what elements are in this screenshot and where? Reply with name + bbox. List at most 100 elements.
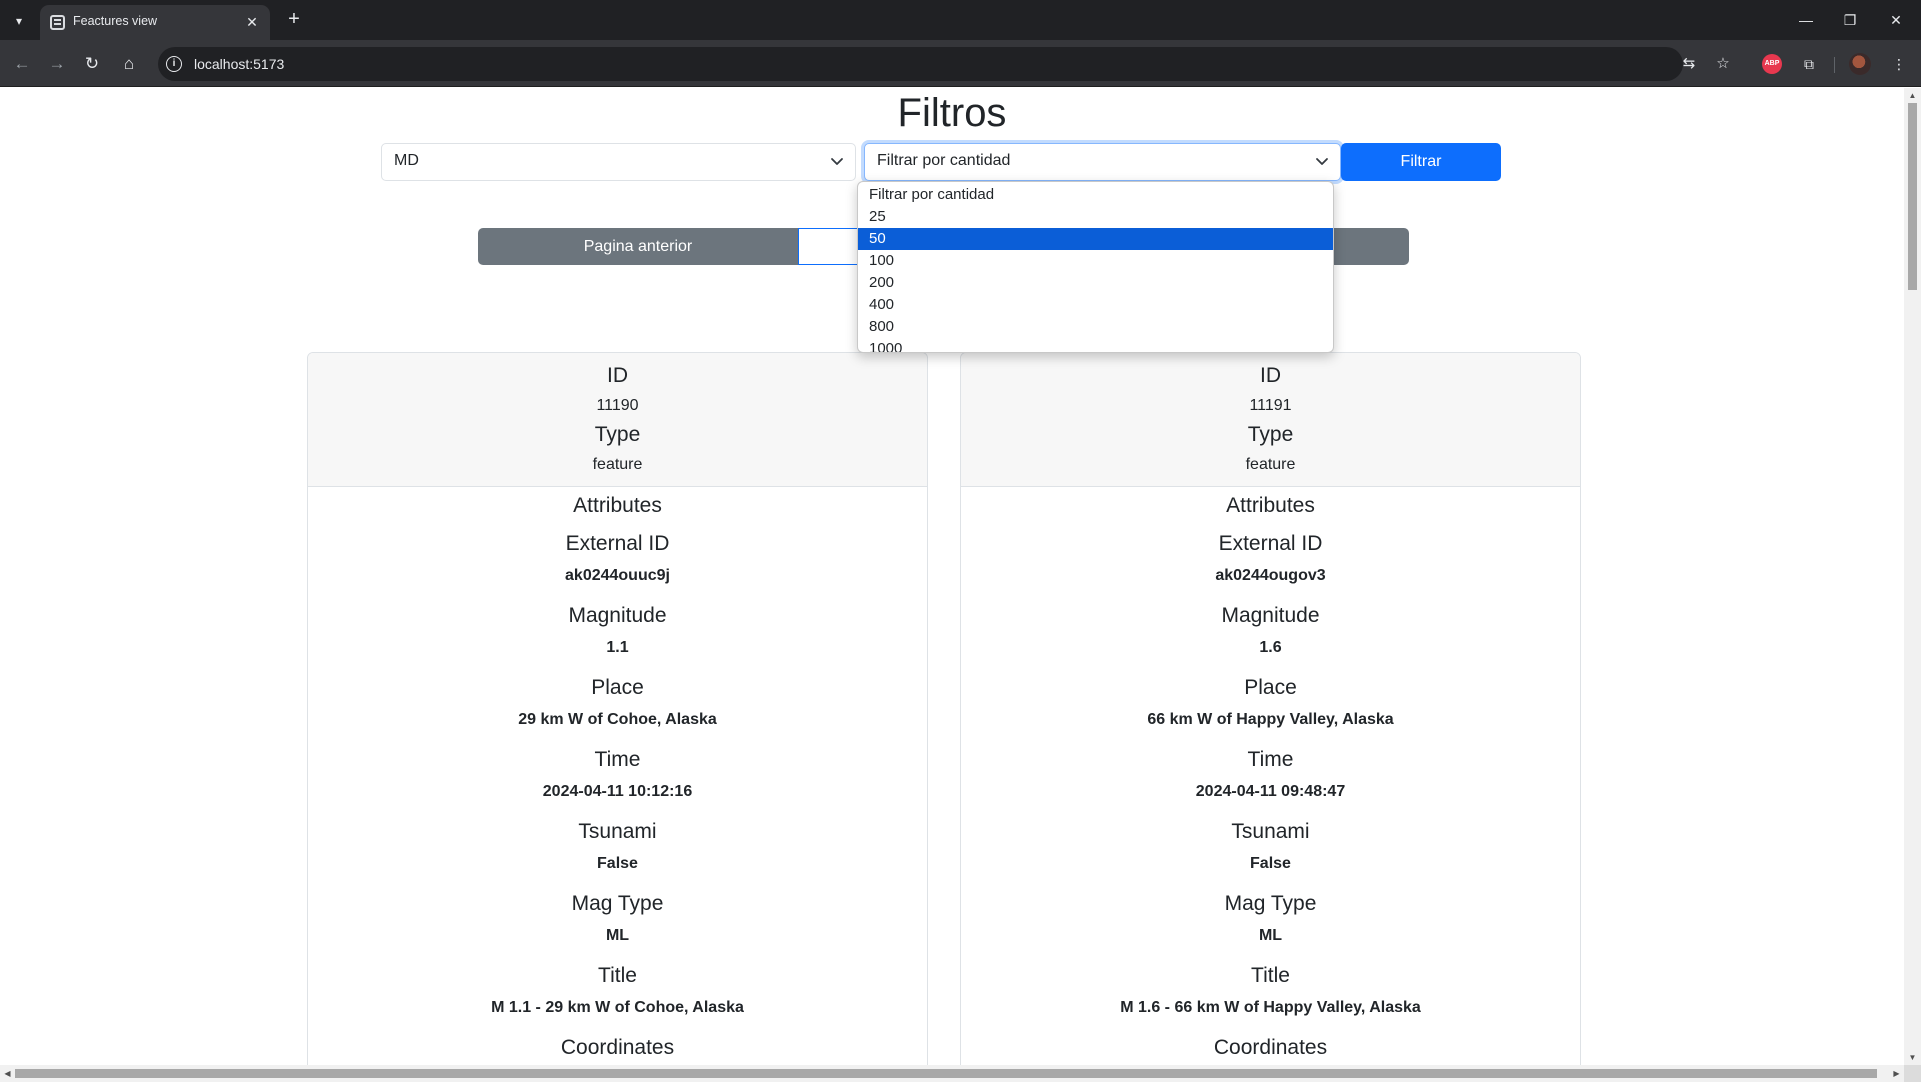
title-value: M 1.6 - 66 km W of Happy Valley, Alaska (1120, 999, 1421, 1016)
quantity-option[interactable]: 400 (858, 294, 1333, 316)
field-external-id: External ID ak0244ougov3 (961, 523, 1580, 595)
previous-page-button[interactable]: Pagina anterior (478, 228, 798, 265)
quantity-option[interactable]: 100 (858, 250, 1333, 272)
chevron-down-icon (1316, 158, 1328, 165)
adblock-plus-icon[interactable]: ABP (1762, 54, 1782, 74)
field-coordinates: Coordinates (308, 1027, 927, 1065)
field-mag-type: Mag Type ML (961, 883, 1580, 955)
field-coordinates: Coordinates (961, 1027, 1580, 1065)
vertical-scroll-thumb[interactable] (1908, 103, 1917, 290)
card-header: ID 11191 Type feature (961, 353, 1580, 487)
horizontal-scrollbar[interactable]: ◀ ▶ (0, 1065, 1904, 1082)
filter-button[interactable]: Filtrar (1341, 143, 1501, 181)
browser-toolbar: ← → ↻ ⌂ i localhost:5173 ⇆ ☆ ABP ⧉ ⋮ (0, 40, 1921, 87)
profile-avatar[interactable] (1849, 53, 1871, 75)
field-mag-type: Mag Type ML (308, 883, 927, 955)
field-time: Time 2024-04-11 10:12:16 (308, 739, 927, 811)
coordinates-label: Coordinates (1213, 1036, 1328, 1059)
type-value: feature (592, 456, 643, 473)
scroll-down-arrow-icon[interactable]: ▼ (1904, 1050, 1921, 1065)
time-value: 2024-04-11 10:12:16 (542, 783, 693, 800)
quantity-dropdown-list: Filtrar por cantidad 25 50 100 200 400 8… (857, 181, 1334, 353)
external-id-value: ak0244ouuc9j (565, 567, 670, 584)
window-close-icon[interactable]: ✕ (1876, 6, 1916, 34)
attributes-heading: Attributes (1226, 494, 1315, 517)
type-label: Type (1247, 423, 1294, 446)
browser-menu-icon[interactable]: ⋮ (1887, 52, 1911, 76)
place-value: 66 km W of Happy Valley, Alaska (1147, 711, 1394, 728)
field-tsunami: Tsunami False (961, 811, 1580, 883)
card-header: ID 11190 Type feature (308, 353, 927, 487)
external-id-value: ak0244ougov3 (1215, 567, 1326, 584)
bookmark-star-icon[interactable]: ☆ (1711, 52, 1735, 76)
tab-title: Feactures view (73, 14, 158, 28)
horizontal-scroll-thumb[interactable] (15, 1069, 1877, 1078)
place-label: Place (1244, 676, 1297, 699)
quantity-select[interactable]: Filtrar por cantidad (864, 143, 1341, 181)
id-value: 11191 (1249, 397, 1292, 414)
mag-type-value: ML (605, 927, 630, 944)
time-value: 2024-04-11 09:48:47 (1195, 783, 1346, 800)
extensions-puzzle-icon[interactable]: ⧉ (1797, 52, 1821, 76)
time-label: Time (594, 748, 641, 771)
magtype-select[interactable]: MD (381, 143, 856, 181)
place-label: Place (591, 676, 644, 699)
tsunami-value: False (597, 855, 638, 872)
id-label: ID (607, 364, 628, 387)
quantity-option[interactable]: 1000 (858, 338, 1333, 352)
magnitude-value: 1.6 (1259, 639, 1282, 656)
type-value: feature (1245, 456, 1296, 473)
tab-close-icon[interactable]: ✕ (242, 12, 262, 32)
field-tsunami: Tsunami False (308, 811, 927, 883)
tsunami-value: False (1250, 855, 1291, 872)
scroll-up-arrow-icon[interactable]: ▲ (1904, 88, 1921, 103)
translate-icon[interactable]: ⇆ (1677, 52, 1701, 76)
feature-card: ID 11190 Type feature Attributes Externa… (307, 352, 928, 1065)
page-viewport: Filtros MD Filtrar por cantidad Filtrar … (0, 88, 1904, 1065)
field-time: Time 2024-04-11 09:48:47 (961, 739, 1580, 811)
field-external-id: External ID ak0244ouuc9j (308, 523, 927, 595)
title-label: Title (1251, 964, 1290, 987)
attributes-heading: Attributes (573, 494, 662, 517)
place-value: 29 km W of Cohoe, Alaska (518, 711, 717, 728)
minimize-icon[interactable]: — (1786, 6, 1826, 34)
url-text[interactable]: localhost:5173 (194, 56, 284, 72)
vertical-scrollbar[interactable]: ▲ ▼ (1904, 88, 1921, 1065)
tsunami-label: Tsunami (578, 820, 657, 843)
quantity-option-selected[interactable]: 50 (858, 228, 1333, 250)
scroll-left-arrow-icon[interactable]: ◀ (0, 1065, 15, 1082)
quantity-option[interactable]: 800 (858, 316, 1333, 338)
time-label: Time (1247, 748, 1294, 771)
chevron-down-icon (831, 158, 843, 165)
magtype-select-value: MD (394, 152, 419, 169)
site-info-icon[interactable]: i (166, 56, 182, 72)
id-value: 11190 (596, 397, 639, 414)
mag-type-value: ML (1258, 927, 1283, 944)
new-tab-plus-icon[interactable]: + (282, 8, 306, 32)
mag-type-label: Mag Type (1224, 892, 1317, 915)
quantity-option[interactable]: Filtrar por cantidad (858, 184, 1333, 206)
browser-tab-bar: ▾ Feactures view ✕ + — ❐ ✕ (0, 0, 1921, 40)
restore-icon[interactable]: ❐ (1830, 6, 1870, 34)
field-title: Title M 1.6 - 66 km W of Happy Valley, A… (961, 955, 1580, 1027)
browser-tab[interactable]: Feactures view ✕ (40, 5, 270, 40)
mag-type-label: Mag Type (571, 892, 664, 915)
id-label: ID (1260, 364, 1281, 387)
reload-icon[interactable]: ↻ (79, 51, 105, 77)
address-bar[interactable]: i localhost:5173 ⇆ ☆ (158, 47, 1730, 81)
type-label: Type (594, 423, 641, 446)
tab-search-chevron-icon[interactable]: ▾ (7, 9, 31, 33)
card-body: Attributes External ID ak0244ougov3 Magn… (961, 487, 1580, 1065)
external-id-label: External ID (565, 532, 670, 555)
toolbar-separator (1834, 57, 1835, 73)
scroll-right-arrow-icon[interactable]: ▶ (1889, 1065, 1904, 1082)
home-icon[interactable]: ⌂ (116, 51, 142, 77)
field-title: Title M 1.1 - 29 km W of Cohoe, Alaska (308, 955, 927, 1027)
forward-arrow-icon[interactable]: → (44, 51, 70, 77)
magnitude-value: 1.1 (606, 639, 629, 656)
quantity-option[interactable]: 200 (858, 272, 1333, 294)
back-arrow-icon[interactable]: ← (9, 51, 35, 77)
title-value: M 1.1 - 29 km W of Cohoe, Alaska (491, 999, 744, 1016)
quantity-option[interactable]: 25 (858, 206, 1333, 228)
field-magnitude: Magnitude 1.6 (961, 595, 1580, 667)
